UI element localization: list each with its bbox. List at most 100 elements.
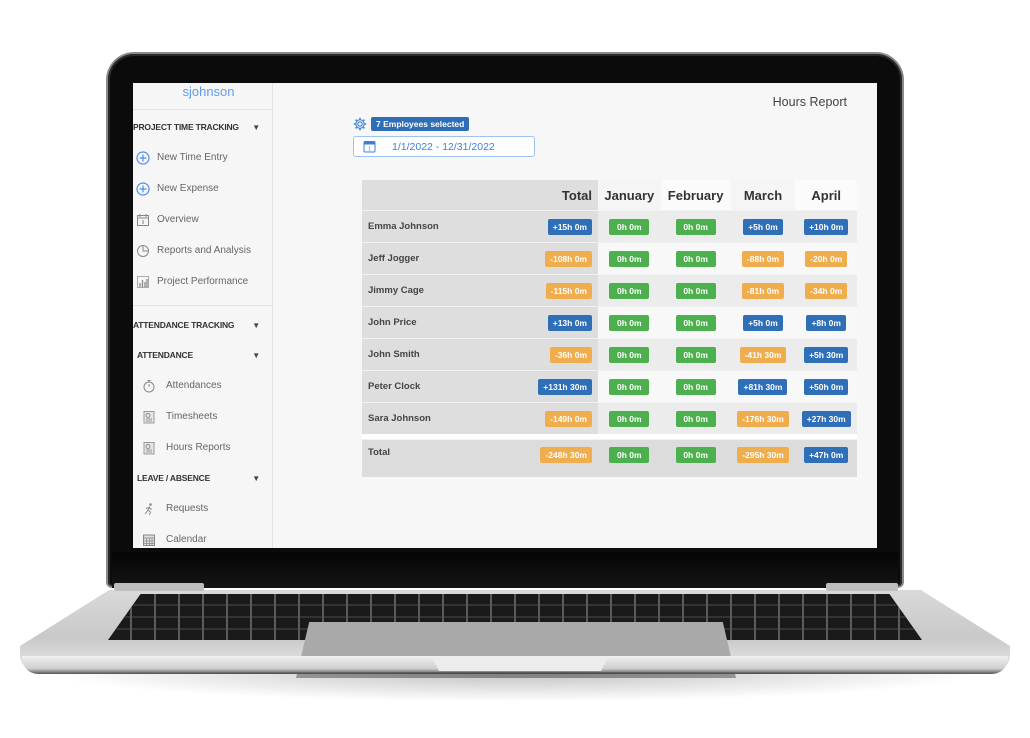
sidebar-item-requests[interactable]: Requests: [133, 493, 272, 524]
hours-badge: 0h 0m: [675, 250, 716, 267]
month-cell: -34h 0m: [795, 274, 857, 307]
section-attendance-tracking[interactable]: ATTENDANCE TRACKING ▼: [133, 310, 272, 340]
sidebar-item-calendar[interactable]: Calendar: [133, 524, 272, 548]
month-total-cell: 0h 0m: [598, 439, 661, 477]
laptop-notch: [432, 657, 608, 671]
month-total-cell: -295h 30m: [730, 439, 796, 477]
header-employee: [362, 180, 480, 211]
hours-badge: 0h 0m: [609, 314, 650, 331]
sidebar-item-label: Timesheets: [166, 411, 218, 422]
hours-badge: 0h 0m: [609, 282, 650, 299]
table-row[interactable]: John Price +13h 0m 0h 0m 0h 0m +5h 0m +8h 0m: [362, 306, 857, 339]
header-month[interactable]: February: [660, 180, 731, 211]
sidebar-item-new-time-entry[interactable]: New Time Entry: [133, 142, 272, 173]
hours-badge: -248h 30m: [540, 447, 592, 463]
table-row[interactable]: Jimmy Cage -115h 0m 0h 0m 0h 0m -81h 0m -34h …: [362, 274, 857, 307]
laptop-hinge-left: [114, 583, 204, 591]
month-cell: 0h 0m: [598, 210, 661, 243]
month-cell: +8h 0m: [795, 306, 857, 339]
sidebar-item-project-performance[interactable]: Project Performance: [133, 266, 272, 297]
pie-chart-icon: [135, 243, 151, 259]
hours-badge: 0h 0m: [675, 378, 716, 395]
gear-icon[interactable]: [353, 117, 367, 131]
month-cell: 0h 0m: [598, 402, 661, 434]
hours-badge: 0h 0m: [675, 314, 716, 331]
hours-badge: +5h 30m: [804, 346, 849, 363]
month-cell: 0h 0m: [598, 306, 661, 339]
table-row[interactable]: Sara Johnson -149h 0m 0h 0m 0h 0m -176h 30m +…: [362, 402, 857, 434]
sidebar-item-label: Requests: [166, 503, 209, 514]
hours-badge: 0h 0m: [675, 410, 716, 427]
hours-badge: +27h 30m: [801, 410, 851, 427]
section-label: PROJECT TIME TRACKING: [133, 122, 239, 132]
table-row[interactable]: John Smith -36h 0m 0h 0m 0h 0m -41h 30m +5h 3…: [362, 338, 857, 371]
hours-badge: -81h 0m: [741, 282, 785, 299]
month-cell: -81h 0m: [730, 274, 796, 307]
employees-selected-button[interactable]: 7 Employees selected: [371, 117, 470, 131]
header-month[interactable]: January: [598, 180, 661, 211]
hours-badge: -41h 30m: [739, 346, 787, 363]
hours-badge: 0h 0m: [675, 447, 716, 463]
clipboard-clock-icon: [141, 440, 157, 456]
month-cell: +5h 0m: [730, 306, 796, 339]
hours-badge: +8h 0m: [806, 314, 847, 331]
section-leave-absence[interactable]: LEAVE / ABSENCE ▼: [133, 463, 272, 493]
header-total[interactable]: Total: [480, 180, 598, 211]
sidebar-item-label: Project Performance: [157, 276, 249, 287]
hours-badge: -176h 30m: [737, 410, 789, 427]
month-cell: +10h 0m: [795, 210, 857, 243]
month-cell: 0h 0m: [660, 306, 731, 339]
sidebar-item-hours-reports[interactable]: Hours Reports: [133, 432, 272, 463]
hours-badge: +81h 30m: [738, 378, 788, 395]
sidebar-item-reports-and-analysis[interactable]: Reports and Analysis: [133, 235, 272, 266]
table-header-row: Total January February March April: [362, 180, 857, 211]
header-month[interactable]: April: [795, 180, 857, 211]
table-row[interactable]: Jeff Jogger -108h 0m 0h 0m 0h 0m -88h 0m -20h…: [362, 242, 857, 275]
table-row[interactable]: Peter Clock +131h 30m 0h 0m 0h 0m +81h 30m +5…: [362, 370, 857, 403]
total-cell: -149h 0m: [480, 402, 598, 434]
section-project-time-tracking[interactable]: PROJECT TIME TRACKING ▼: [133, 112, 272, 142]
month-cell: 0h 0m: [598, 370, 661, 403]
employee-name: Sara Johnson: [362, 402, 480, 434]
bar-chart-icon: [135, 274, 151, 290]
month-cell: 0h 0m: [598, 274, 661, 307]
employee-name: Emma Johnson: [362, 210, 480, 243]
month-cell: 0h 0m: [660, 242, 731, 275]
caret-down-icon: ▼: [252, 473, 260, 483]
total-cell: -115h 0m: [480, 274, 598, 307]
grand-total-cell: -248h 30m: [480, 439, 598, 477]
section-label: ATTENDANCE TRACKING: [133, 320, 235, 330]
hours-badge: +50h 0m: [804, 378, 849, 395]
table-row[interactable]: Emma Johnson +15h 0m 0h 0m 0h 0m +5h 0m +10h …: [362, 210, 857, 243]
sidebar-item-new-expense[interactable]: New Expense: [133, 173, 272, 204]
hours-badge: 0h 0m: [675, 282, 716, 299]
hours-badge: -115h 0m: [545, 282, 592, 299]
header-month[interactable]: March: [730, 180, 796, 211]
hours-badge: +5h 0m: [742, 218, 783, 235]
hours-badge: +47h 0m: [804, 447, 849, 463]
sidebar: sjohnson PROJECT TIME TRACKING ▼ New Tim…: [133, 83, 273, 548]
totals-label: Total: [362, 439, 480, 477]
hours-badge: -108h 0m: [545, 250, 592, 267]
sidebar-item-label: Calendar: [166, 534, 207, 545]
calendar-icon: 1: [354, 140, 384, 153]
sidebar-item-overview[interactable]: Overview: [133, 204, 272, 235]
hours-badge: -36h 0m: [549, 346, 592, 363]
month-cell: -41h 30m: [730, 338, 796, 371]
month-cell: 0h 0m: [660, 210, 731, 243]
month-cell: +81h 30m: [730, 370, 796, 403]
sidebar-item-attendances[interactable]: Attendances: [133, 370, 272, 401]
sidebar-item-timesheets[interactable]: Timesheets: [133, 401, 272, 432]
app-screen: sjohnson PROJECT TIME TRACKING ▼ New Tim…: [133, 83, 877, 548]
username[interactable]: sjohnson: [133, 83, 272, 110]
date-range-picker[interactable]: 1 1/1/2022 - 12/31/2022: [353, 136, 535, 157]
month-cell: 0h 0m: [598, 338, 661, 371]
sidebar-item-label: New Expense: [157, 183, 219, 194]
sidebar-item-label: Hours Reports: [166, 442, 231, 453]
employee-name: John Price: [362, 306, 480, 339]
month-cell: 0h 0m: [598, 242, 661, 275]
month-cell: -88h 0m: [730, 242, 796, 275]
section-attendance[interactable]: ATTENDANCE ▼: [133, 340, 272, 370]
month-total-cell: +47h 0m: [795, 439, 857, 477]
month-cell: -20h 0m: [795, 242, 857, 275]
